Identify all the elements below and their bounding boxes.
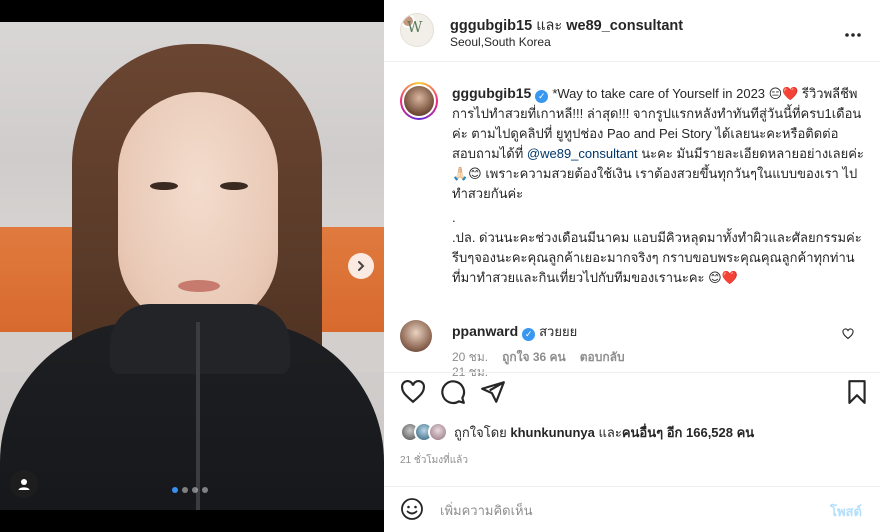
liker-avatar[interactable] — [428, 422, 448, 442]
post-panel: W gggubgib15 และ we89_consultant Seoul,S… — [384, 0, 880, 532]
post-comment-button[interactable]: โพสต์ — [830, 501, 862, 522]
likes-text: ถูกใจโดย khunkununya และคนอื่นๆ อีก 166,… — [454, 422, 754, 443]
comment-avatar[interactable] — [400, 320, 432, 352]
verified-badge-icon: ✓ — [522, 328, 536, 341]
bookmark-icon — [848, 380, 866, 404]
comment-icon — [441, 380, 466, 405]
comment-likes[interactable]: ถูกใจ 36 คน — [502, 348, 566, 367]
comment-button[interactable] — [440, 379, 466, 405]
carousel-next-button[interactable] — [348, 253, 374, 279]
account-avatar[interactable]: W — [400, 13, 434, 47]
more-options-button[interactable] — [844, 22, 862, 43]
caption-mention[interactable]: @we89_consultant — [527, 146, 638, 161]
carousel-dot — [202, 487, 208, 493]
authors-and: และ — [536, 18, 563, 34]
photo-eye-left — [150, 182, 178, 190]
caption-username[interactable]: gggubgib15 — [452, 85, 531, 101]
post-media — [0, 0, 384, 532]
post-header: W gggubgib15 และ we89_consultant Seoul,S… — [384, 0, 880, 62]
photo-lips — [178, 280, 220, 292]
post-timestamp[interactable]: 21 ชั่วโมงที่แล้ว — [400, 453, 468, 468]
verified-badge-icon: ✓ — [535, 90, 549, 103]
comment-text: ppanward ✓ สวยยย — [452, 321, 577, 342]
post-actions — [384, 372, 880, 412]
smiley-icon — [401, 498, 423, 520]
comment-input[interactable] — [440, 499, 810, 521]
author-link-2[interactable]: we89_consultant — [566, 18, 683, 34]
user-icon — [18, 479, 30, 490]
comment-time[interactable]: 20 ชม. — [452, 348, 488, 367]
more-horizontal-icon — [845, 33, 861, 37]
carousel-indicator — [172, 487, 208, 493]
comment-username[interactable]: ppanward — [452, 323, 518, 339]
comment-body: สวยยย — [539, 324, 578, 339]
send-icon — [481, 381, 505, 403]
post-authors: gggubgib15 และ we89_consultant — [450, 14, 683, 37]
heart-icon — [401, 379, 425, 404]
photo-zipper — [196, 322, 200, 510]
caption-dot: . — [452, 210, 456, 225]
likes-summary: ถูกใจโดย khunkununya และคนอื่นๆ อีก 166,… — [400, 421, 754, 443]
post-photo[interactable] — [0, 22, 384, 510]
add-comment-bar: โพสต์ — [384, 486, 880, 532]
carousel-dot — [192, 487, 198, 493]
like-button[interactable] — [400, 379, 426, 405]
avatar-photo — [404, 86, 434, 116]
share-button[interactable] — [480, 379, 506, 405]
heart-icon — [842, 328, 854, 340]
location-link[interactable]: Seoul,South Korea — [450, 35, 551, 49]
caption-text: gggubgib15 ✓ *Way to take care of Yourself… — [452, 83, 864, 288]
likes-and: และ — [598, 424, 622, 440]
likes-prefix: ถูกใจโดย — [454, 424, 507, 440]
photo-eye-right — [220, 182, 248, 190]
tagged-users-button[interactable] — [10, 470, 38, 498]
caption-avatar[interactable] — [400, 82, 438, 120]
avatar-logo-letter: W — [407, 18, 423, 36]
comment-like-button[interactable] — [842, 328, 854, 343]
likes-user-link[interactable]: khunkununya — [510, 425, 595, 440]
likes-others-link[interactable]: คนอื่นๆ อีก 166,528 คน — [622, 425, 754, 440]
caption-body-3: .ปล. ด่วนนะคะช่วงเดือนมีนาคม แอบมีคิวหลุ… — [452, 230, 862, 285]
save-button[interactable] — [844, 379, 870, 405]
carousel-dot — [182, 487, 188, 493]
photo-collar — [110, 304, 290, 374]
comment-meta: 20 ชม. ถูกใจ 36 คน ตอบกลับ — [452, 348, 625, 367]
carousel-dot — [172, 487, 178, 493]
chevron-right-icon — [358, 261, 365, 271]
emoji-button[interactable] — [400, 497, 424, 521]
comment-reply-button[interactable]: ตอบกลับ — [580, 348, 625, 367]
author-link-1[interactable]: gggubgib15 — [450, 18, 532, 34]
